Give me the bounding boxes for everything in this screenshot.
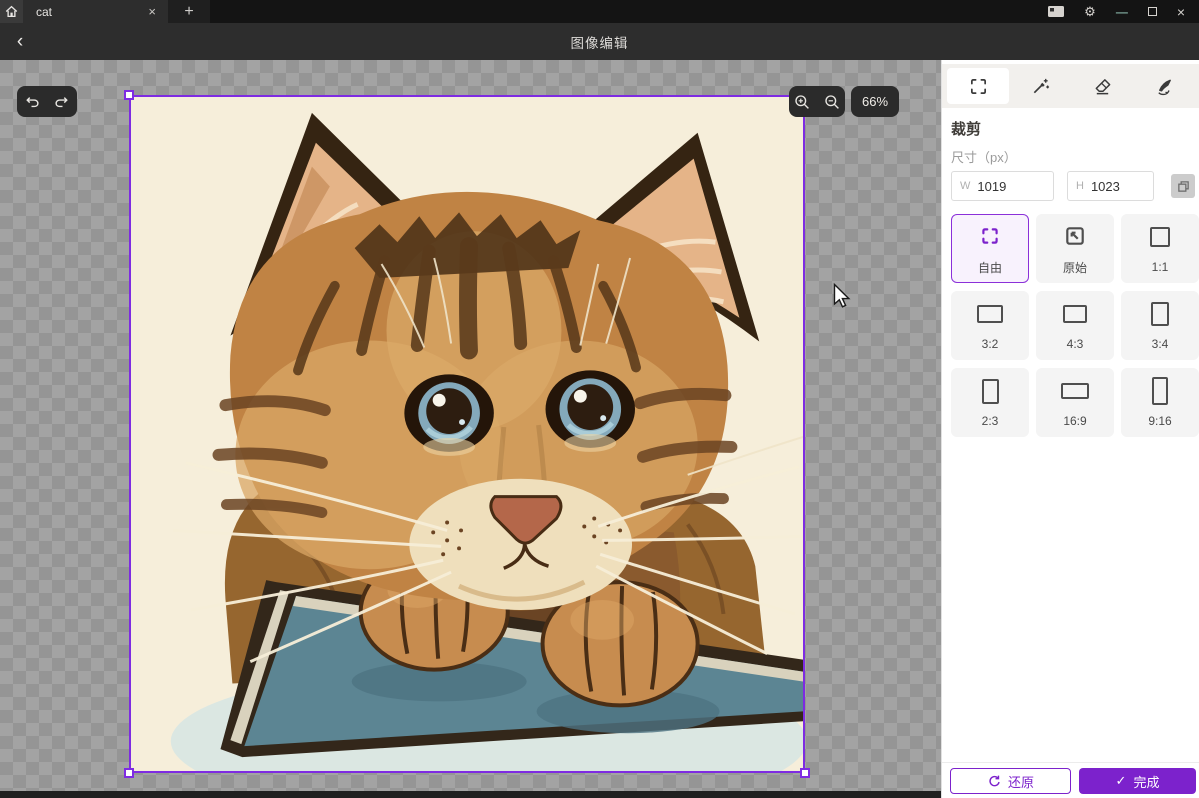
page-title: 图像编辑 <box>0 23 1199 60</box>
cat-artwork <box>131 97 803 771</box>
app-header: 图像编辑 ‹ <box>0 23 1199 60</box>
portrait-ratio-icon <box>1151 302 1169 326</box>
ratio-9-16[interactable]: 9:16 <box>1121 368 1199 437</box>
crop-region[interactable] <box>129 95 805 773</box>
brush-icon <box>1155 77 1174 96</box>
redo-icon[interactable] <box>54 94 71 109</box>
ratio-label: 自由 <box>978 259 1002 276</box>
width-input[interactable] <box>977 179 1045 194</box>
ratio-grid: 自由 原始 1:1 3:2 4:3 3:4 <box>951 214 1199 437</box>
size-label: 尺寸（px） <box>951 147 1017 166</box>
crop-tool-icon <box>969 77 988 96</box>
done-label: 完成 <box>1133 772 1159 791</box>
tab-close-icon[interactable]: × <box>144 3 160 20</box>
height-input[interactable] <box>1091 179 1145 194</box>
landscape-ratio-icon <box>1063 305 1087 323</box>
ratio-3-4[interactable]: 3:4 <box>1121 291 1199 360</box>
edit-sidebar: 裁剪 尺寸（px） W H 自由 <box>941 60 1199 798</box>
home-icon <box>4 4 19 19</box>
reset-label: 还原 <box>1008 772 1034 791</box>
height-prefix: H <box>1076 180 1084 192</box>
panel-title: 裁剪 <box>951 118 981 139</box>
ratio-3-2[interactable]: 3:2 <box>951 291 1029 360</box>
titlebar-controls: ⚙ — × <box>210 0 1199 23</box>
tool-adjust[interactable] <box>1009 68 1071 104</box>
tool-eraser[interactable] <box>1071 68 1133 104</box>
reset-button[interactable]: 还原 <box>950 768 1071 794</box>
new-tab-button[interactable]: + <box>168 0 210 23</box>
landscape-ratio-icon <box>977 305 1003 323</box>
crop-handle-bottom-right[interactable] <box>800 768 810 778</box>
wide-ratio-icon <box>1061 383 1089 399</box>
square-ratio-icon <box>1150 227 1170 247</box>
home-button[interactable] <box>0 0 23 23</box>
zoom-level-badge[interactable]: 66% <box>851 86 899 117</box>
tool-strip <box>942 64 1199 108</box>
tab-title: cat <box>36 5 144 19</box>
check-icon: ✓ <box>1116 773 1127 789</box>
action-bar: 还原 ✓ 完成 <box>942 762 1199 798</box>
ratio-label: 3:2 <box>982 337 999 351</box>
height-field[interactable]: H <box>1067 171 1154 201</box>
minimize-button[interactable]: — <box>1116 6 1128 18</box>
width-prefix: W <box>960 180 970 192</box>
zoom-out-icon[interactable] <box>824 94 840 110</box>
ratio-label: 2:3 <box>982 414 999 428</box>
tall-ratio-icon <box>1152 377 1168 405</box>
mouse-cursor <box>833 283 851 310</box>
back-button[interactable]: ‹ <box>8 30 32 54</box>
free-crop-icon <box>979 225 1001 247</box>
eraser-icon <box>1093 77 1112 96</box>
done-button[interactable]: ✓ 完成 <box>1079 768 1196 794</box>
ratio-2-3[interactable]: 2:3 <box>951 368 1029 437</box>
maximize-button[interactable] <box>1148 7 1157 16</box>
close-button[interactable]: × <box>1177 5 1185 19</box>
canvas-bottom-edge <box>0 791 941 798</box>
ratio-label: 4:3 <box>1067 337 1084 351</box>
ratio-1-1[interactable]: 1:1 <box>1121 214 1199 283</box>
maximize-icon <box>1148 7 1157 16</box>
crop-handle-top-left[interactable] <box>124 90 134 100</box>
ratio-label: 1:1 <box>1152 260 1169 274</box>
tab-cat[interactable]: cat × <box>23 0 168 23</box>
ratio-original[interactable]: 原始 <box>1036 214 1114 283</box>
crop-handle-bottom-left[interactable] <box>124 768 134 778</box>
aspect-lock-button[interactable] <box>1171 174 1195 198</box>
ratio-label: 9:16 <box>1148 414 1171 428</box>
editor-canvas: 66% <box>0 60 941 798</box>
panel-icon[interactable] <box>1048 6 1064 17</box>
refresh-icon <box>987 774 1001 788</box>
overlap-squares-icon <box>1177 180 1190 193</box>
ratio-label: 3:4 <box>1152 337 1169 351</box>
tool-crop[interactable] <box>947 68 1009 104</box>
ratio-free[interactable]: 自由 <box>951 214 1029 283</box>
gear-icon[interactable]: ⚙ <box>1084 5 1096 18</box>
undo-icon[interactable] <box>23 94 40 109</box>
titlebar: cat × + ⚙ — × <box>0 0 1199 23</box>
width-field[interactable]: W <box>951 171 1054 201</box>
zoom-in-icon[interactable] <box>794 94 810 110</box>
ratio-4-3[interactable]: 4:3 <box>1036 291 1114 360</box>
portrait-ratio-icon <box>982 379 999 404</box>
magic-wand-icon <box>1031 77 1050 96</box>
ratio-label: 16:9 <box>1063 414 1086 428</box>
ratio-label: 原始 <box>1063 259 1087 276</box>
tool-repaint[interactable] <box>1133 68 1195 104</box>
ratio-16-9[interactable]: 16:9 <box>1036 368 1114 437</box>
original-size-icon <box>1064 225 1086 247</box>
zoom-toolbar <box>789 86 845 117</box>
history-toolbar <box>17 86 77 117</box>
